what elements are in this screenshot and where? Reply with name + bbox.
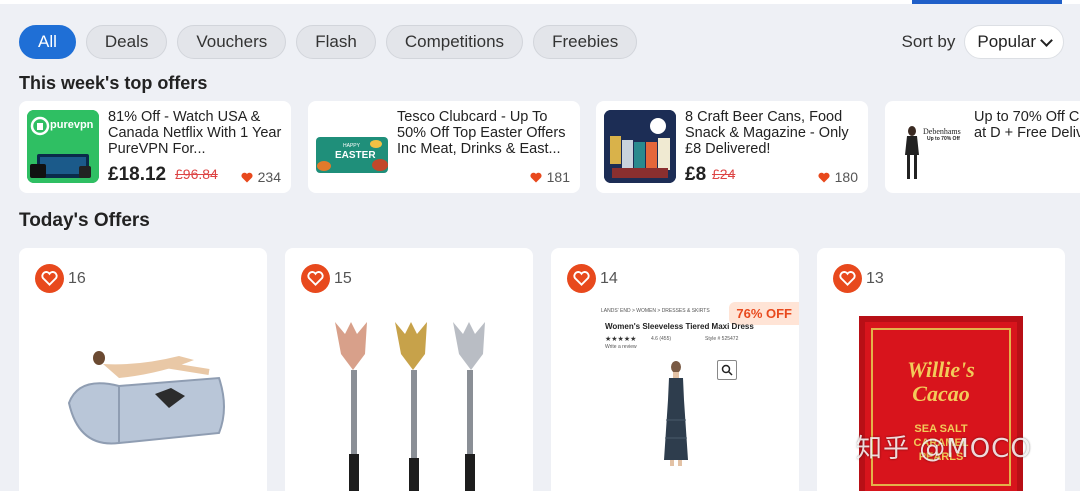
- offer-was-price: £24: [712, 166, 736, 182]
- heart-icon[interactable]: [833, 264, 862, 293]
- sort-control: Sort by Popular: [902, 25, 1064, 59]
- easter-small-text: HAPPY: [343, 143, 360, 149]
- vote-widget[interactable]: 16: [35, 264, 86, 293]
- chevron-down-icon: [1040, 33, 1053, 47]
- style-number: Style # 525472: [705, 336, 739, 342]
- filter-deals[interactable]: Deals: [85, 25, 168, 59]
- offer-votes: 181: [530, 169, 570, 185]
- top-offer-card[interactable]: 8 Craft Beer Cans, Food Snack & Magazine…: [596, 101, 868, 193]
- heart-icon: [241, 172, 253, 182]
- watermark: 知乎 @MOCO: [856, 434, 1032, 464]
- product-breadcrumb: LANDS' END > WOMEN > DRESSES & SKIRTS: [601, 308, 710, 314]
- filter-flash[interactable]: Flash: [296, 25, 376, 59]
- top-offer-card[interactable]: Debenhams Up to 70% Off Up to 70% Off Cr…: [885, 101, 1080, 193]
- vote-count: 13: [866, 269, 884, 287]
- sort-label: Sort by: [901, 32, 956, 51]
- dress-model-image: [664, 361, 688, 466]
- top-offers-carousel: purevpn 81% Off - Watch USA & Canada Net…: [19, 101, 1080, 193]
- heart-icon[interactable]: [301, 264, 330, 293]
- craft-beer-thumbnail: [604, 110, 676, 183]
- debenhams-thumbnail: Debenhams Up to 70% Off: [893, 110, 965, 183]
- top-offer-card[interactable]: HAPPY EASTER Tesco Clubcard - Up To 50% …: [308, 101, 580, 193]
- heart-icon[interactable]: [567, 264, 596, 293]
- brand-logo-text: Willie's Cacao: [907, 357, 975, 406]
- rating-text: 4.6 (455): [651, 336, 672, 342]
- heart-icon: [818, 172, 830, 182]
- sort-dropdown[interactable]: Popular: [964, 25, 1064, 59]
- offer-card[interactable]: 16: [19, 248, 267, 491]
- vote-count: 16: [68, 269, 86, 287]
- vote-count: 234: [257, 169, 281, 185]
- offer-title: Up to 70% Off Cross Sale at D + Free Del…: [974, 109, 1080, 141]
- vote-count: 15: [334, 269, 352, 287]
- easter-text: EASTER: [335, 150, 376, 161]
- offer-was-price: £96.84: [175, 166, 218, 182]
- product-name: Women's Sleeveless Tiered Maxi Dress: [605, 322, 754, 331]
- top-offers-heading: This week's top offers: [19, 73, 208, 93]
- offer-card[interactable]: 14 76% OFF LANDS' END > WOMEN > DRESSES …: [551, 248, 799, 491]
- offer-title: 8 Craft Beer Cans, Food Snack & Magazine…: [685, 109, 849, 157]
- vote-count: 14: [600, 269, 618, 287]
- sort-value: Popular: [977, 32, 1036, 51]
- vote-widget[interactable]: 15: [301, 264, 352, 293]
- zoom-icon[interactable]: [717, 360, 737, 380]
- heart-icon[interactable]: [35, 264, 64, 293]
- purevpn-logo-text: purevpn: [50, 119, 94, 131]
- write-review-link[interactable]: Write a review: [605, 344, 637, 350]
- offer-card[interactable]: 15: [285, 248, 533, 491]
- heart-icon: [530, 172, 542, 182]
- offer-votes: 180: [818, 169, 858, 185]
- lounger-image: [67, 351, 225, 445]
- vote-count: 181: [546, 169, 570, 185]
- rating-stars: ★★★★★: [605, 336, 637, 343]
- todays-offers-heading: Today's Offers: [19, 210, 150, 231]
- offer-title: Tesco Clubcard - Up To 50% Off Top Easte…: [397, 109, 566, 157]
- filter-vouchers[interactable]: Vouchers: [177, 25, 287, 59]
- top-offer-card[interactable]: purevpn 81% Off - Watch USA & Canada Net…: [19, 101, 291, 193]
- vote-widget[interactable]: 13: [833, 264, 884, 293]
- banner-edge: [912, 0, 1062, 4]
- debenhams-logo-text: Debenhams: [923, 127, 961, 136]
- offer-votes: 234: [241, 169, 281, 185]
- tool-set-image: [335, 322, 485, 491]
- offer-title: 81% Off - Watch USA & Canada Netflix Wit…: [108, 109, 282, 157]
- vote-count: 180: [834, 169, 858, 185]
- easter-thumbnail: HAPPY EASTER: [316, 110, 388, 183]
- top-strip: [0, 0, 1080, 4]
- purevpn-thumbnail: purevpn: [27, 110, 99, 183]
- filter-chips: All Deals Vouchers Flash Competitions Fr…: [19, 25, 638, 59]
- debenhams-sub-text: Up to 70% Off: [927, 136, 960, 142]
- offer-price: £8: [685, 164, 707, 185]
- filter-all[interactable]: All: [19, 25, 76, 59]
- offer-price: £18.12: [108, 164, 167, 185]
- vote-widget[interactable]: 14: [567, 264, 618, 293]
- filter-freebies[interactable]: Freebies: [533, 25, 638, 59]
- filter-competitions[interactable]: Competitions: [385, 25, 524, 59]
